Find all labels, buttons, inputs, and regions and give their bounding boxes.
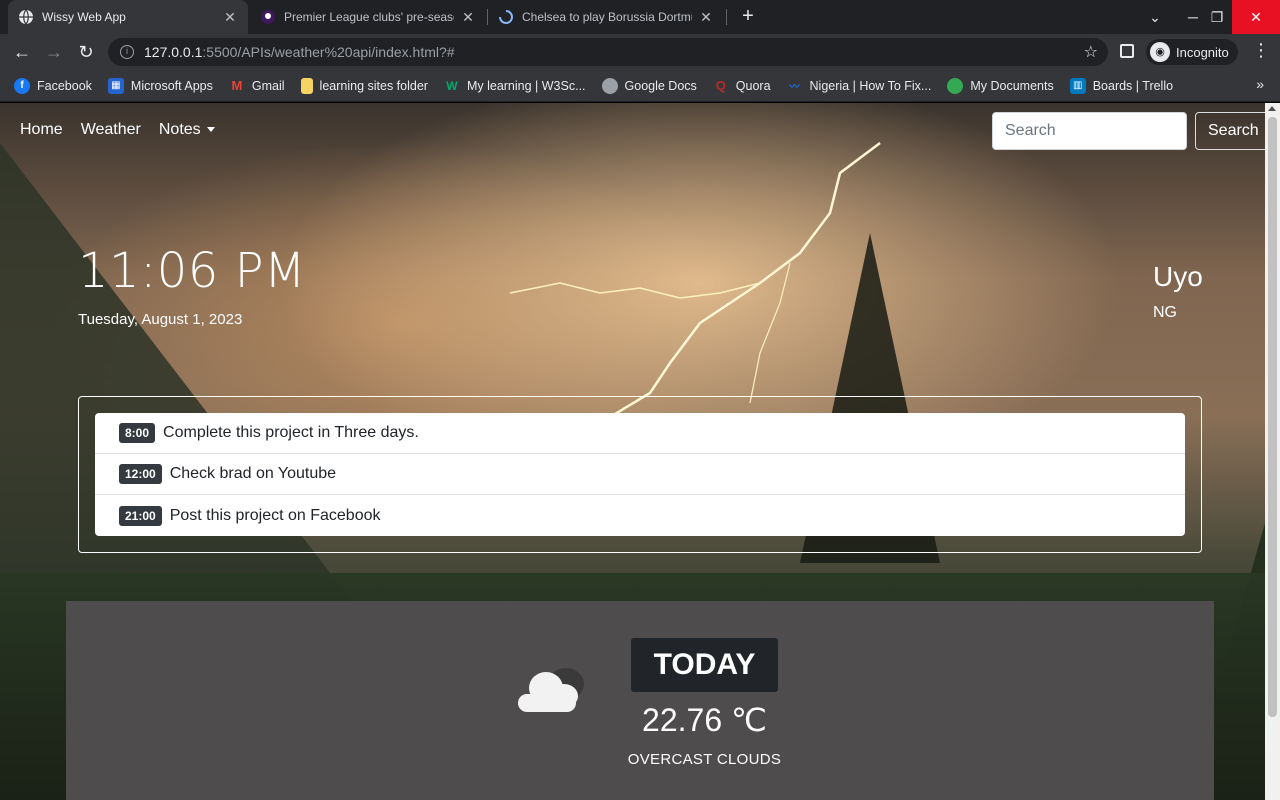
bookmark-w3schools[interactable]: W My learning | W3Sc... (444, 78, 586, 94)
facebook-icon: f (14, 77, 30, 94)
bookmark-label: Quora (735, 78, 771, 93)
scrollbar-thumb[interactable] (1268, 117, 1277, 717)
tab-chelsea[interactable]: Chelsea to play Borussia Dortmund ✕ (488, 0, 724, 34)
lightning-bolt-graphic (509, 142, 881, 413)
address-bar[interactable]: i 127.0.0.1:5500/APIs/weather%20api/inde… (108, 38, 1108, 66)
site-navbar: Home Weather Notes (20, 121, 215, 139)
bookmark-label: Nigeria | How To Fix... (809, 78, 932, 93)
documents-icon (947, 77, 964, 94)
scroll-up-arrow-icon[interactable] (1268, 106, 1276, 111)
bookmark-nigeria-how-to-fix[interactable]: 〰 Nigeria | How To Fix... (787, 78, 932, 94)
note-time-badge: 12:00 (119, 464, 162, 484)
today-badge: TODAY (631, 638, 778, 692)
note-time-badge: 21:00 (119, 505, 162, 526)
tab-premier-league[interactable]: Premier League clubs' pre-season ✕ (250, 0, 486, 34)
more-bookmarks-icon[interactable]: » (1256, 76, 1264, 92)
close-tab-icon[interactable]: ✕ (698, 9, 714, 26)
globe-icon (18, 9, 34, 25)
page-scrollbar[interactable] (1265, 103, 1280, 800)
bookmark-label: Gmail (251, 78, 285, 93)
bookmark-my-documents[interactable]: My Documents (947, 77, 1054, 94)
tab-title: Wissy Web App (42, 10, 126, 24)
tab-wissy-web-app[interactable]: Wissy Web App ✕ (8, 0, 248, 34)
note-text: Post this project on Facebook (169, 506, 381, 524)
bookmark-trello[interactable]: ▥ Boards | Trello (1069, 77, 1174, 94)
w3schools-icon: W (446, 78, 458, 93)
search-input[interactable] (992, 112, 1187, 150)
folder-icon (300, 77, 313, 94)
incognito-icon: ◉ (1150, 42, 1170, 62)
tab-search-icon[interactable]: ⌄ (1136, 0, 1174, 34)
bookmark-label: Microsoft Apps (130, 78, 213, 93)
url-path: :5500/APIs/weather%20api/index.html?# (202, 44, 455, 60)
weather-panel: TODAY 22.76 ℃ OVERCAST CLOUDS (66, 601, 1214, 800)
bookmarks-bar: f Facebook ▦ Microsoft Apps M Gmail learnin… (0, 70, 1280, 102)
nigeria-site-icon: 〰 (789, 82, 800, 93)
bookmark-quora[interactable]: Q Quora (713, 78, 771, 94)
globe-icon (601, 77, 618, 94)
note-item[interactable]: 8:00 Complete this project in Three days… (95, 413, 1185, 454)
note-text: Complete this project in Three days. (163, 424, 419, 441)
bookmark-gmail[interactable]: M Gmail (229, 78, 285, 94)
notes-container: 8:00 Complete this project in Three days… (78, 396, 1202, 553)
tab-separator (726, 9, 727, 25)
close-tab-icon[interactable]: ✕ (222, 9, 238, 26)
forward-button[interactable]: → (42, 40, 66, 64)
temperature: 22.76 ℃ (642, 702, 767, 738)
loading-spinner-icon (498, 9, 514, 25)
trello-icon: ▥ (1069, 77, 1086, 94)
browser-toolbar: ← → ↻ i 127.0.0.1:5500/APIs/weather%20ap… (0, 34, 1280, 70)
bookmark-label: My learning | W3Sc... (466, 78, 586, 93)
side-panel-icon[interactable] (1120, 44, 1134, 58)
browser-menu-icon[interactable]: ⋮ (1252, 40, 1270, 61)
weather-description: OVERCAST CLOUDS (627, 751, 782, 768)
premier-league-icon (260, 9, 276, 25)
bookmark-facebook[interactable]: f Facebook (14, 77, 92, 94)
cloud-icon (518, 668, 584, 712)
bookmark-label: Facebook (37, 78, 92, 93)
page-viewport: Home Weather Notes Search 11:06 PM Tuesd… (0, 103, 1265, 800)
reload-button[interactable]: ↻ (74, 40, 98, 64)
url-host: 127.0.0.1 (144, 44, 203, 60)
note-time-badge: 8:00 (119, 423, 156, 443)
caret-down-icon (206, 127, 215, 133)
bookmark-star-icon[interactable]: ☆ (1084, 42, 1098, 62)
restore-button[interactable]: ❐ (1198, 0, 1236, 34)
note-text: Check brad on Youtube (169, 465, 337, 482)
new-tab-button[interactable]: + (736, 5, 760, 29)
search-button[interactable]: Search (1195, 112, 1265, 150)
tab-title: Premier League clubs' pre-season (284, 10, 454, 24)
location-city: Uyo (1153, 261, 1203, 292)
bookmark-google-docs[interactable]: Google Docs (601, 77, 697, 94)
close-tab-icon[interactable]: ✕ (460, 9, 476, 26)
bookmark-label: Boards | Trello (1092, 78, 1174, 93)
tab-title: Chelsea to play Borussia Dortmund (522, 10, 692, 24)
current-date: Tuesday, August 1, 2023 (78, 311, 243, 328)
note-item[interactable]: 12:00 Check brad on Youtube (95, 454, 1185, 495)
notes-list: 8:00 Complete this project in Three days… (95, 413, 1185, 536)
bookmark-label: My Documents (970, 78, 1054, 93)
close-window-button[interactable]: ✕ (1232, 0, 1280, 34)
nav-home-link[interactable]: Home (20, 121, 63, 139)
bookmark-microsoft-apps[interactable]: ▦ Microsoft Apps (107, 77, 213, 94)
site-info-icon[interactable]: i (120, 45, 134, 59)
quora-icon: Q (715, 78, 726, 93)
current-time: 11:06 PM (78, 243, 306, 299)
bookmark-learning-sites-folder[interactable]: learning sites folder (300, 77, 428, 94)
browser-tabstrip: Wissy Web App ✕ Premier League clubs' pr… (0, 0, 1280, 34)
nav-notes-label: Notes (158, 121, 201, 138)
microsoft-icon: ▦ (107, 77, 124, 94)
nav-weather-link[interactable]: Weather (81, 121, 141, 139)
incognito-indicator[interactable]: ◉ Incognito (1146, 39, 1238, 65)
nav-notes-dropdown[interactable]: Notes (159, 121, 215, 139)
location-country: NG (1153, 304, 1177, 321)
incognito-label: Incognito (1176, 44, 1229, 60)
bookmark-label: Google Docs (624, 78, 697, 93)
bookmark-label: learning sites folder (319, 78, 428, 93)
note-item[interactable]: 21:00 Post this project on Facebook (95, 495, 1185, 536)
back-button[interactable]: ← (10, 40, 34, 64)
gmail-icon: M (231, 78, 243, 93)
